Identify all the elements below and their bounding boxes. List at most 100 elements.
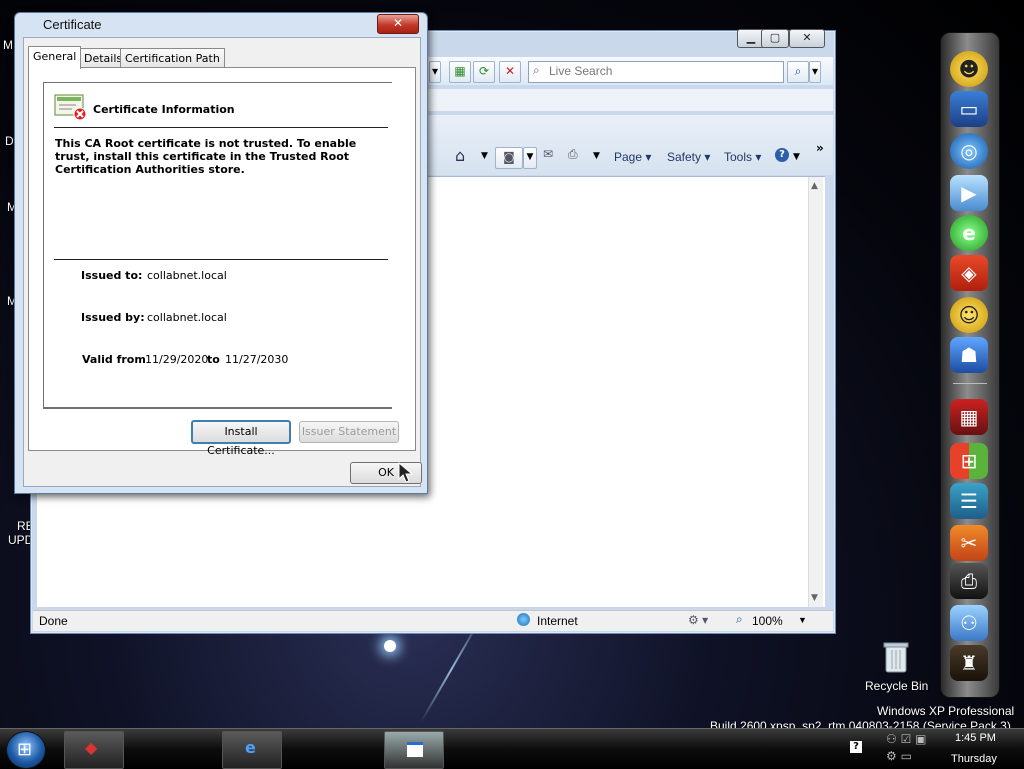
desktop-light-flare xyxy=(384,640,396,652)
tray-icons-row2[interactable]: ⚙ ▭ xyxy=(886,749,912,763)
search-options-button[interactable]: ▾ xyxy=(809,61,821,83)
tab-certification-path[interactable]: Certification Path xyxy=(120,48,225,68)
dock-frame-icon[interactable]: ▦ xyxy=(950,399,988,435)
tools-menu[interactable]: Tools ▾ xyxy=(724,150,761,164)
windows-logo-icon: ⊞ xyxy=(17,739,33,760)
feeds-dropdown-icon[interactable]: ▼ xyxy=(523,147,537,169)
dock-network-icon[interactable]: ⚇ xyxy=(950,605,988,641)
dock-printer-icon[interactable]: ⎙ xyxy=(950,563,988,599)
tab-details-label: Details xyxy=(84,52,123,65)
dock-books-icon[interactable]: ☰ xyxy=(950,483,988,519)
dock-tools-icon[interactable]: ✂ xyxy=(950,525,988,561)
recycle-bin-label[interactable]: Recycle Bin xyxy=(865,679,928,693)
dialog-body: General Details Certification Path Certi… xyxy=(23,37,422,487)
dialog-close-button[interactable]: ✕ xyxy=(377,14,419,34)
search-icon: ⌕ xyxy=(533,63,540,77)
install-certificate-label: Install Certificate... xyxy=(207,425,275,457)
search-go-button[interactable]: ⌕ xyxy=(787,61,809,83)
dock-messenger-icon[interactable]: ☗ xyxy=(950,337,988,373)
print-icon[interactable]: ⎙ xyxy=(568,147,578,162)
help-icon[interactable]: ? xyxy=(775,148,789,162)
page-menu-label: Page xyxy=(614,150,643,164)
os-watermark-line1: Windows XP Professional xyxy=(877,704,1015,718)
scroll-down-icon[interactable]: ▼ xyxy=(811,593,818,603)
vertical-scrollbar[interactable]: ▲ ▼ xyxy=(808,177,823,607)
read-mail-icon[interactable]: ✉ xyxy=(543,147,553,161)
status-text: Done xyxy=(39,614,68,628)
app-dock: ☻ ▭ ◎ ▶ e ◈ ☺ ☗ ▦ ⊞ ☰ ✂ ⎙ ⚇ ♜ xyxy=(940,32,1000,698)
zoom-level[interactable]: 100% xyxy=(752,614,783,628)
issued-by-value: collabnet.local xyxy=(147,311,227,324)
mouse-cursor-icon xyxy=(398,461,416,487)
taskbar-item-1[interactable]: ◆ xyxy=(64,731,124,769)
dock-internet-explorer-icon[interactable]: e xyxy=(950,215,988,251)
status-bar: Done Internet ⚙ ▾ ⌕ 100% ▼ xyxy=(33,610,833,631)
tab-certification-path-label: Certification Path xyxy=(125,52,220,65)
scroll-up-icon[interactable]: ▲ xyxy=(811,181,818,191)
valid-to-label: to xyxy=(207,353,220,366)
maximize-button[interactable]: ▢ xyxy=(761,29,789,48)
dock-monitor-icon[interactable]: ▭ xyxy=(950,91,988,127)
stop-icon[interactable]: ✕ xyxy=(499,61,521,83)
taskbar-item-internet-explorer[interactable]: e xyxy=(222,731,282,769)
general-tab-panel: Certificate Information This CA Root cer… xyxy=(28,67,416,457)
tools-menu-label: Tools xyxy=(724,150,753,164)
tab-general[interactable]: General xyxy=(28,46,82,69)
dock-media-player-icon[interactable]: ▶ xyxy=(950,175,988,211)
address-dropdown-button[interactable]: ▾ xyxy=(429,61,441,83)
taskbar-item-certificate[interactable] xyxy=(384,731,444,769)
dock-messenger-smiley-icon[interactable]: ☺ xyxy=(950,297,988,333)
issued-to-label: Issued to: xyxy=(81,269,143,282)
certificate-info-header: Certificate Information xyxy=(93,103,235,116)
home-icon[interactable]: ⌂ xyxy=(455,146,465,165)
trust-warning-message: This CA Root certificate is not trusted.… xyxy=(55,137,357,176)
issued-to-value: collabnet.local xyxy=(147,269,227,282)
safety-menu-label: Safety xyxy=(667,150,702,164)
help-dropdown-icon[interactable]: ▼ xyxy=(793,152,800,162)
dock-separator xyxy=(953,383,987,384)
dock-globe-icon[interactable]: ◎ xyxy=(950,133,988,169)
ok-button-label: OK xyxy=(378,466,394,479)
refresh-icon[interactable]: ⟳ xyxy=(473,61,495,83)
zoom-icon: ⌕ xyxy=(736,612,743,626)
certificate-dialog[interactable]: Certificate ✕ General Details Certificat… xyxy=(14,12,428,494)
dock-app-icon-1[interactable]: ☻ xyxy=(950,51,988,87)
issuer-statement-button[interactable]: Issuer Statement xyxy=(299,421,399,443)
zoom-dropdown-icon[interactable]: ▼ xyxy=(798,615,807,625)
desktop-icon-label-2[interactable]: D xyxy=(5,134,14,148)
internet-explorer-icon: e xyxy=(245,738,256,757)
issued-by-label: Issued by: xyxy=(81,311,145,324)
security-zone-text: Internet xyxy=(537,614,578,628)
valid-from-value: 11/29/2020 xyxy=(145,353,209,366)
feeds-icon[interactable]: ◙ xyxy=(495,147,523,169)
certificate-info-box: Certificate Information This CA Root cer… xyxy=(43,82,392,409)
dialog-title: Certificate xyxy=(43,17,102,32)
install-certificate-button[interactable]: Install Certificate... xyxy=(191,420,291,457)
command-bar-chevron[interactable]: » xyxy=(816,141,824,155)
clock-day[interactable]: Thursday xyxy=(951,753,997,765)
dock-media-icon[interactable]: ◈ xyxy=(950,255,988,291)
safety-menu[interactable]: Safety ▾ xyxy=(667,150,710,164)
dock-trash-icon[interactable]: ♜ xyxy=(950,645,988,681)
valid-from-label: Valid from xyxy=(82,353,146,366)
window-icon xyxy=(407,742,423,757)
help-tray-icon[interactable]: ? xyxy=(850,741,862,753)
home-dropdown-icon[interactable]: ▼ xyxy=(481,151,488,161)
page-menu[interactable]: Page ▾ xyxy=(614,150,651,164)
certificate-warning-icon xyxy=(54,93,88,124)
recycle-bin-icon[interactable] xyxy=(882,640,910,674)
internet-zone-icon xyxy=(517,613,530,626)
desktop-icon-label-1[interactable]: M xyxy=(3,38,13,52)
start-button[interactable]: ⊞ xyxy=(6,731,46,769)
print-dropdown-icon[interactable]: ▼ xyxy=(593,151,600,161)
compatibility-icon[interactable]: ▦ xyxy=(449,61,471,83)
details-divider xyxy=(54,259,388,260)
clock-time[interactable]: 1:45 PM xyxy=(955,732,996,744)
dock-windows-logo-icon[interactable]: ⊞ xyxy=(950,443,988,479)
search-placeholder: Live Search xyxy=(549,64,613,78)
search-input[interactable]: ⌕ Live Search xyxy=(528,61,784,83)
protected-mode-icon[interactable]: ⚙ ▾ xyxy=(688,613,708,627)
tray-icons[interactable]: ⚇ ☑ ▣ xyxy=(886,732,926,746)
valid-to-value: 11/27/2030 xyxy=(225,353,289,366)
close-button[interactable]: ✕ xyxy=(789,29,825,48)
